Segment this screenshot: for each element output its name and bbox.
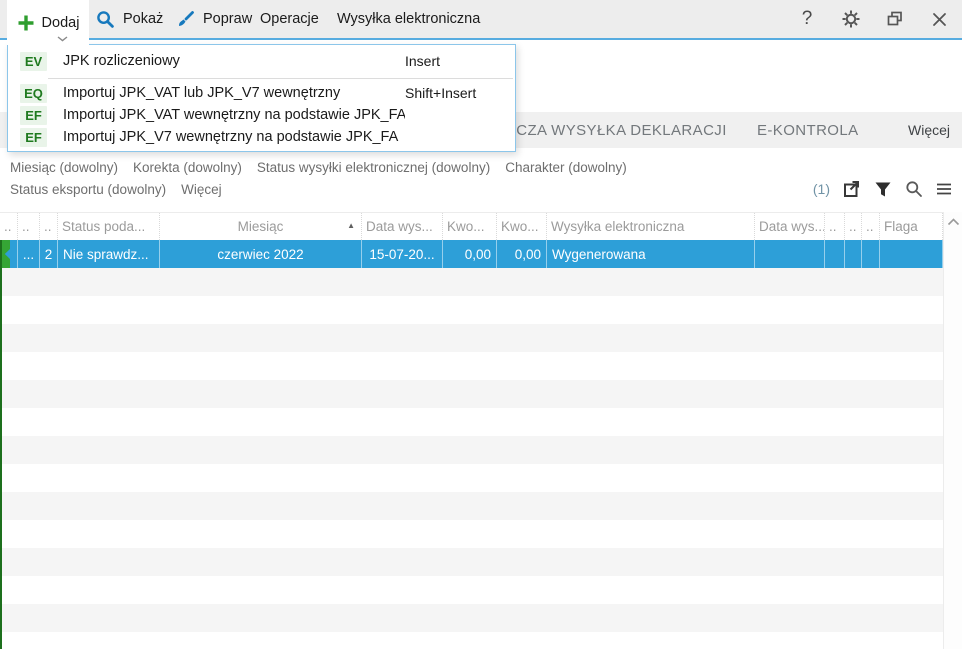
- window-buttons: ?: [798, 0, 948, 38]
- scroll-up-icon[interactable]: [947, 218, 960, 226]
- chevron-down-icon: [57, 36, 68, 42]
- column-header[interactable]: ..: [825, 213, 845, 240]
- menu-item-jpk-rozliczeniowy[interactable]: EV JPK rozliczeniowy Insert: [8, 47, 515, 75]
- ef-badge: EF: [20, 105, 47, 125]
- tabs-more-button[interactable]: Więcej: [908, 112, 950, 148]
- row-cell-data-wyslania: 15-07-20...: [362, 240, 443, 268]
- empty-rows-area: [0, 268, 943, 649]
- filter-korekta[interactable]: Korekta (dowolny): [133, 157, 242, 179]
- search-icon: [96, 10, 115, 29]
- tabs-more-label: Więcej: [908, 122, 951, 138]
- list-toolbar: (1): [813, 177, 952, 201]
- tab-label: RCZA WYSYŁKA DEKLARACJI: [505, 121, 727, 139]
- tab-e-kontrola[interactable]: E-KONTROLA: [757, 112, 859, 148]
- column-header-data-wyslania[interactable]: Data wys...: [362, 213, 443, 240]
- filter-more[interactable]: Więcej: [181, 179, 222, 201]
- table-row[interactable]: ... 2 Nie sprawdz... czerwiec 2022 15-07…: [0, 240, 943, 268]
- plus-icon: [17, 14, 35, 32]
- column-header[interactable]: ..: [40, 213, 58, 240]
- left-green-border: [0, 240, 2, 649]
- add-dropdown-menu: EV JPK rozliczeniowy Insert EQ Importuj …: [7, 44, 516, 152]
- add-button[interactable]: Dodaj: [7, 0, 89, 45]
- export-icon[interactable]: [843, 180, 861, 198]
- jpk-window: Pokaż Popraw Operacje Wysyłka elektronic…: [0, 0, 962, 649]
- filter-status-wysylki[interactable]: Status wysyłki elektronicznej (dowolny): [257, 157, 490, 179]
- table-header: .. .. .. Status poda... Miesiąc ▲ Data w…: [0, 212, 943, 240]
- vertical-scrollbar[interactable]: [943, 212, 962, 649]
- menu-item-shortcut: Insert: [405, 53, 441, 69]
- column-header-data-wyslania-2[interactable]: Data wys...: [755, 213, 825, 240]
- restore-window-button[interactable]: [886, 9, 904, 29]
- restore-icon: [886, 10, 904, 28]
- menu-item-label: JPK rozliczeniowy: [63, 53, 180, 69]
- search-list-icon[interactable]: [905, 180, 923, 198]
- show-button[interactable]: Pokaż: [96, 0, 163, 38]
- row-cell: [845, 240, 862, 268]
- row-cell-flaga: [880, 240, 943, 268]
- column-header[interactable]: ..: [18, 213, 40, 240]
- brush-icon: [176, 10, 195, 29]
- toolbar-accent-line: [0, 38, 962, 40]
- row-cell-kwota-1: 0,00: [443, 240, 497, 268]
- row-cell: 2: [40, 240, 58, 268]
- toolbar: Pokaż Popraw Operacje Wysyłka elektronic…: [0, 0, 962, 38]
- row-cell: [862, 240, 880, 268]
- menu-hamburger-icon[interactable]: [936, 182, 952, 196]
- menu-item-label: Importuj JPK_VAT lub JPK_V7 wewnętrzny: [63, 85, 341, 101]
- row-cell-kwota-2: 0,00: [497, 240, 547, 268]
- tab-zbiorcza-wysylka-deklaracji[interactable]: RCZA WYSYŁKA DEKLARACJI: [505, 112, 727, 148]
- filter-charakter[interactable]: Charakter (dowolny): [505, 157, 627, 179]
- column-header-kwota-2[interactable]: Kwo...: [497, 213, 547, 240]
- menu-item-importuj-jpk-vat-lub-v7[interactable]: EQ Importuj JPK_VAT lub JPK_V7 wewnętrzn…: [8, 82, 515, 104]
- row-count: (1): [812, 181, 830, 197]
- operations-label: Operacje: [260, 11, 319, 27]
- operations-menu[interactable]: Operacje: [260, 0, 319, 38]
- sort-ascending-icon: ▲: [347, 221, 355, 230]
- ev-badge: EV: [20, 51, 47, 71]
- close-icon: [932, 12, 947, 27]
- add-button-label: Dodaj: [41, 14, 80, 31]
- column-header[interactable]: ..: [845, 213, 862, 240]
- eq-badge: EQ: [20, 83, 47, 103]
- filter-funnel-icon[interactable]: [874, 181, 892, 198]
- menu-item-label: Importuj JPK_VAT wewnętrzny na podstawie…: [63, 107, 405, 123]
- row-cell-miesiac: czerwiec 2022: [160, 240, 362, 268]
- row-cell: [825, 240, 845, 268]
- column-header[interactable]: ..: [0, 213, 18, 240]
- column-header-miesiac[interactable]: Miesiąc ▲: [160, 213, 362, 240]
- column-header[interactable]: ..: [862, 213, 880, 240]
- eshipment-label: Wysyłka elektroniczna: [337, 11, 481, 27]
- edit-button-label: Popraw: [203, 11, 253, 27]
- column-header-wysylka-elektroniczna[interactable]: Wysyłka elektroniczna: [547, 213, 755, 240]
- help-button[interactable]: ?: [798, 9, 816, 29]
- help-icon: ?: [801, 8, 813, 29]
- gear-icon: [841, 9, 861, 29]
- column-header-kwota-1[interactable]: Kwo...: [443, 213, 497, 240]
- close-button[interactable]: [930, 9, 948, 29]
- menu-item-importuj-jpk-vat-wewnetrzny[interactable]: EF Importuj JPK_VAT wewnętrzny na podsta…: [8, 104, 515, 126]
- menu-separator: [48, 78, 513, 79]
- row-cell-status-podatnika: Nie sprawdz...: [58, 240, 160, 268]
- row-cell-wysylka-elektroniczna: Wygenerowana: [547, 240, 755, 268]
- edit-button[interactable]: Popraw: [176, 0, 252, 38]
- menu-item-label: Importuj JPK_V7 wewnętrzny na podstawie …: [63, 129, 399, 145]
- filter-miesiac[interactable]: Miesiąc (dowolny): [10, 157, 118, 179]
- row-cell: [755, 240, 825, 268]
- column-header-status-podatnika[interactable]: Status poda...: [58, 213, 160, 240]
- row-cell: ...: [18, 240, 40, 268]
- filter-panel: Miesiąc (dowolny) Korekta (dowolny) Stat…: [10, 157, 730, 201]
- tab-label: E-KONTROLA: [757, 121, 859, 139]
- show-button-label: Pokaż: [123, 11, 164, 27]
- menu-item-shortcut: Shift+Insert: [405, 85, 477, 101]
- filter-status-eksportu[interactable]: Status eksportu (dowolny): [10, 179, 166, 201]
- menu-item-importuj-jpk-v7-wewnetrzny[interactable]: EF Importuj JPK_V7 wewnętrzny na podstaw…: [8, 126, 515, 148]
- column-header-flaga[interactable]: Flaga: [880, 213, 943, 240]
- eshipment-menu[interactable]: Wysyłka elektroniczna: [337, 0, 480, 38]
- settings-button[interactable]: [842, 9, 860, 29]
- ef-badge: EF: [20, 127, 47, 147]
